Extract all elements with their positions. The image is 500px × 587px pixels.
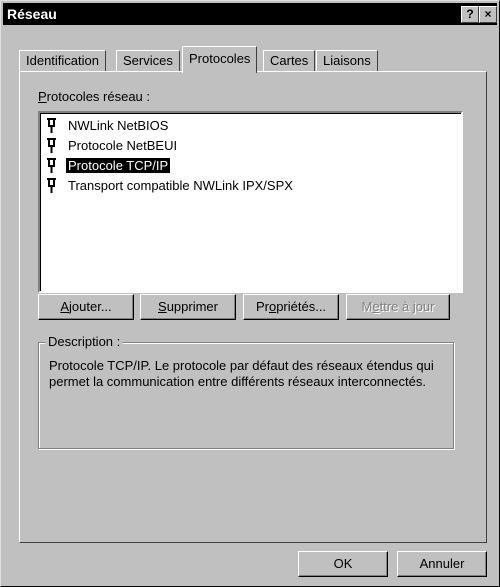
close-button[interactable]: × [479, 6, 497, 23]
list-item[interactable]: NWLink NetBIOS [44, 117, 170, 135]
window-title: Réseau [7, 6, 57, 22]
description-group: Description : Protocole TCP/IP. Le proto… [38, 334, 454, 449]
tab-protocoles[interactable]: Protocoles [182, 46, 258, 73]
help-button[interactable]: ? [461, 6, 479, 23]
network-protocol-icon [44, 157, 66, 175]
description-text: Protocole TCP/IP. Le protocole par défau… [49, 358, 434, 389]
network-protocol-icon [44, 137, 66, 155]
network-protocol-icon [44, 117, 66, 135]
network-dialog: Réseau ? × Identification Services Proto… [0, 0, 500, 587]
tab-services[interactable]: Services [116, 50, 180, 71]
update-button[interactable]: Mettre à jour [346, 294, 450, 320]
tab-liaisons[interactable]: Liaisons [316, 50, 378, 71]
list-item-selected[interactable]: Protocole TCP/IP [44, 157, 172, 175]
list-item[interactable]: Transport compatible NWLink IPX/SPX [44, 177, 295, 195]
ok-button[interactable]: OK [298, 551, 388, 577]
title-bar[interactable]: Réseau ? × [3, 3, 497, 25]
properties-button[interactable]: Propriétés... [243, 294, 339, 320]
description-legend: Description : [45, 334, 124, 349]
tab-identification[interactable]: Identification [19, 50, 106, 71]
list-item[interactable]: Protocole NetBEUI [44, 137, 179, 155]
add-button[interactable]: Ajouter... [38, 294, 134, 320]
protocols-label: Protocoles réseau : [38, 89, 151, 104]
tab-cartes[interactable]: Cartes [263, 50, 316, 71]
network-protocol-icon [44, 177, 66, 195]
cancel-button[interactable]: Annuler [397, 551, 487, 577]
protocols-list[interactable]: NWLink NetBIOS Protocole NetBEUI Protoco… [38, 111, 463, 293]
remove-button[interactable]: Supprimer [140, 294, 236, 320]
